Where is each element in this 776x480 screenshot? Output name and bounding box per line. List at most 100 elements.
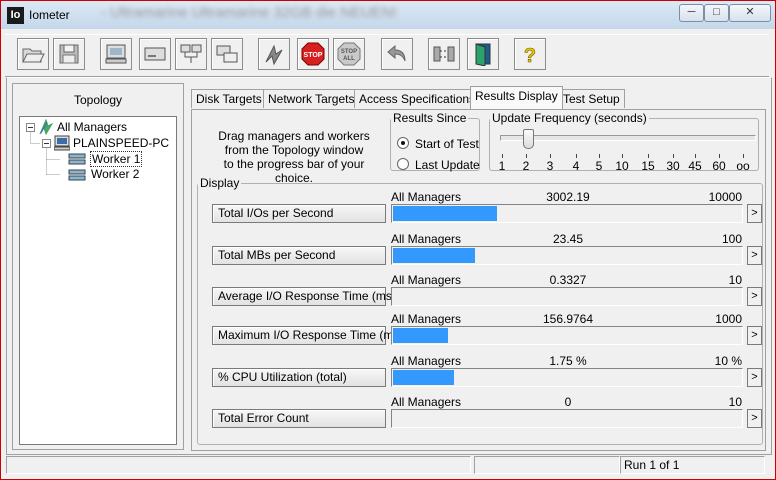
metric-arrow-button[interactable]: >: [747, 409, 762, 428]
frequency-tick-label[interactable]: 60: [707, 159, 731, 173]
frequency-tick-mark: [719, 154, 720, 158]
stop-all-icon: STOPALL: [337, 42, 361, 66]
reset-workers-button[interactable]: [381, 38, 413, 70]
status-pane-main: [6, 456, 471, 474]
start-tests-button[interactable]: [258, 38, 290, 70]
new-disk-worker-button[interactable]: [139, 38, 171, 70]
close-button[interactable]: ✕: [729, 4, 771, 22]
metric-source-label: All Managers: [391, 395, 462, 409]
maximize-button[interactable]: □: [704, 4, 729, 22]
duplicate-worker-icon: [216, 45, 238, 63]
blurred-background-title: - Ultramarine Ultramarine 32GB die NEUEN…: [101, 4, 397, 21]
iometer-window: Io Iometer - Ultramarine Ultramarine 32G…: [0, 0, 776, 480]
metric-select-button[interactable]: Average I/O Response Time (ms): [212, 287, 396, 306]
reset-workers-icon: [387, 44, 406, 62]
radio-dot-selected: [397, 137, 409, 149]
tab-results-display[interactable]: Results Display: [470, 86, 563, 109]
worker-1-icon: [68, 153, 86, 165]
disconnect-button[interactable]: [428, 38, 460, 70]
topology-panel: Topology All Managers PLAINSPEED-PC Work…: [12, 83, 184, 450]
svg-text:STOP: STOP: [341, 49, 357, 55]
frequency-tick-mark: [502, 154, 503, 158]
frequency-tick-mark: [550, 154, 551, 158]
tab-access-specifications[interactable]: Access Specifications: [354, 89, 481, 108]
metric-value: 23.45: [552, 232, 584, 246]
frequency-tick-mark: [743, 154, 744, 158]
new-network-worker-icon: [180, 44, 202, 63]
new-network-worker-button[interactable]: [175, 38, 207, 70]
metric-arrow-button[interactable]: >: [747, 326, 762, 345]
tab-test-setup[interactable]: Test Setup: [558, 89, 625, 108]
metric-select-button[interactable]: Total I/Os per Second: [212, 204, 386, 223]
frequency-tick-label[interactable]: 3: [538, 159, 562, 173]
tree-item-all-managers[interactable]: All Managers: [57, 120, 127, 134]
metric-progress-bar[interactable]: [391, 409, 743, 428]
frequency-tick-label[interactable]: oo: [731, 159, 755, 173]
frequency-tick-label[interactable]: 1: [490, 159, 514, 173]
radio-start-of-test[interactable]: Start of Test: [397, 137, 479, 151]
toolbar: STOP STOP ALL ?: [5, 34, 769, 77]
results-since-legend: Results Since: [393, 111, 467, 125]
open-button[interactable]: [17, 38, 49, 70]
tree-item-worker-1[interactable]: Worker 1: [90, 151, 143, 167]
frequency-slider-track[interactable]: [500, 135, 756, 141]
topology-tree[interactable]: All Managers PLAINSPEED-PC Worker 1 Work…: [19, 116, 177, 445]
save-button[interactable]: [53, 38, 85, 70]
help-icon: ?: [524, 45, 537, 66]
frequency-tick-mark: [695, 154, 696, 158]
new-manager-button[interactable]: [100, 38, 132, 70]
stop-all-button[interactable]: STOP ALL: [333, 38, 365, 70]
metric-progress-bar[interactable]: [391, 287, 743, 306]
frequency-tick-mark: [599, 154, 600, 158]
svg-text:STOP: STOP: [304, 52, 323, 59]
metric-arrow-button[interactable]: >: [747, 204, 762, 223]
frequency-tick-label[interactable]: 4: [564, 159, 588, 173]
metric-value: 0.3327: [549, 273, 587, 287]
tab-network-targets[interactable]: Network Targets: [263, 89, 360, 108]
metric-select-button[interactable]: Total MBs per Second: [212, 246, 386, 265]
metric-select-button[interactable]: Maximum I/O Response Time (ms): [212, 326, 403, 345]
main-area: Topology All Managers PLAINSPEED-PC Work…: [6, 77, 772, 455]
tree-item-worker-2[interactable]: Worker 2: [91, 167, 139, 181]
svg-text:ALL: ALL: [343, 56, 355, 62]
title-bar[interactable]: Io Iometer - Ultramarine Ultramarine 32G…: [1, 1, 775, 29]
metric-progress-bar[interactable]: [391, 368, 743, 387]
frequency-tick-label[interactable]: 5: [587, 159, 611, 173]
topology-title: Topology: [73, 93, 123, 107]
metric-progress-fill: [393, 206, 497, 221]
stop-button[interactable]: STOP: [297, 38, 329, 70]
metric-arrow-button[interactable]: >: [747, 246, 762, 265]
metric-value: 3002.19: [546, 190, 590, 204]
frequency-tick-label[interactable]: 30: [661, 159, 685, 173]
metric-progress-bar[interactable]: [391, 246, 743, 265]
duplicate-worker-button[interactable]: [211, 38, 243, 70]
metric-arrow-button[interactable]: >: [747, 287, 762, 306]
frequency-tick-label[interactable]: 15: [636, 159, 660, 173]
frequency-tick-label[interactable]: 10: [610, 159, 634, 173]
minimize-button[interactable]: ─: [679, 4, 704, 22]
frequency-tick-label[interactable]: 45: [683, 159, 707, 173]
radio-last-update[interactable]: Last Update: [397, 158, 480, 172]
metric-source-label: All Managers: [391, 190, 462, 204]
help-button[interactable]: ?: [514, 38, 546, 70]
frequency-tick-mark: [622, 154, 623, 158]
frequency-tick-mark: [526, 154, 527, 158]
metric-select-button[interactable]: % CPU Utilization (total): [212, 368, 386, 387]
metric-progress-bar[interactable]: [391, 204, 743, 223]
frequency-tick-label[interactable]: 2: [514, 159, 538, 173]
tab-disk-targets[interactable]: Disk Targets: [191, 89, 267, 108]
metric-arrow-button[interactable]: >: [747, 368, 762, 387]
metric-max: 10000: [708, 190, 742, 204]
stop-icon: STOP: [301, 42, 325, 66]
metric-select-button[interactable]: Total Error Count: [212, 409, 386, 428]
exit-button[interactable]: [467, 38, 499, 70]
instructions-line-2: from the Topology window: [224, 143, 364, 157]
update-frequency-group: Update Frequency (seconds) 1 2 3 4 5 10 15 30 45…: [489, 111, 759, 173]
app-icon: Io: [7, 7, 24, 24]
metric-progress-bar[interactable]: [391, 326, 743, 345]
metric-value: 0: [564, 395, 572, 409]
status-run-counter: Run 1 of 1: [620, 456, 765, 474]
frequency-slider-thumb[interactable]: [523, 129, 534, 149]
metric-progress-fill: [393, 370, 454, 385]
tree-item-manager[interactable]: PLAINSPEED-PC: [73, 136, 169, 150]
